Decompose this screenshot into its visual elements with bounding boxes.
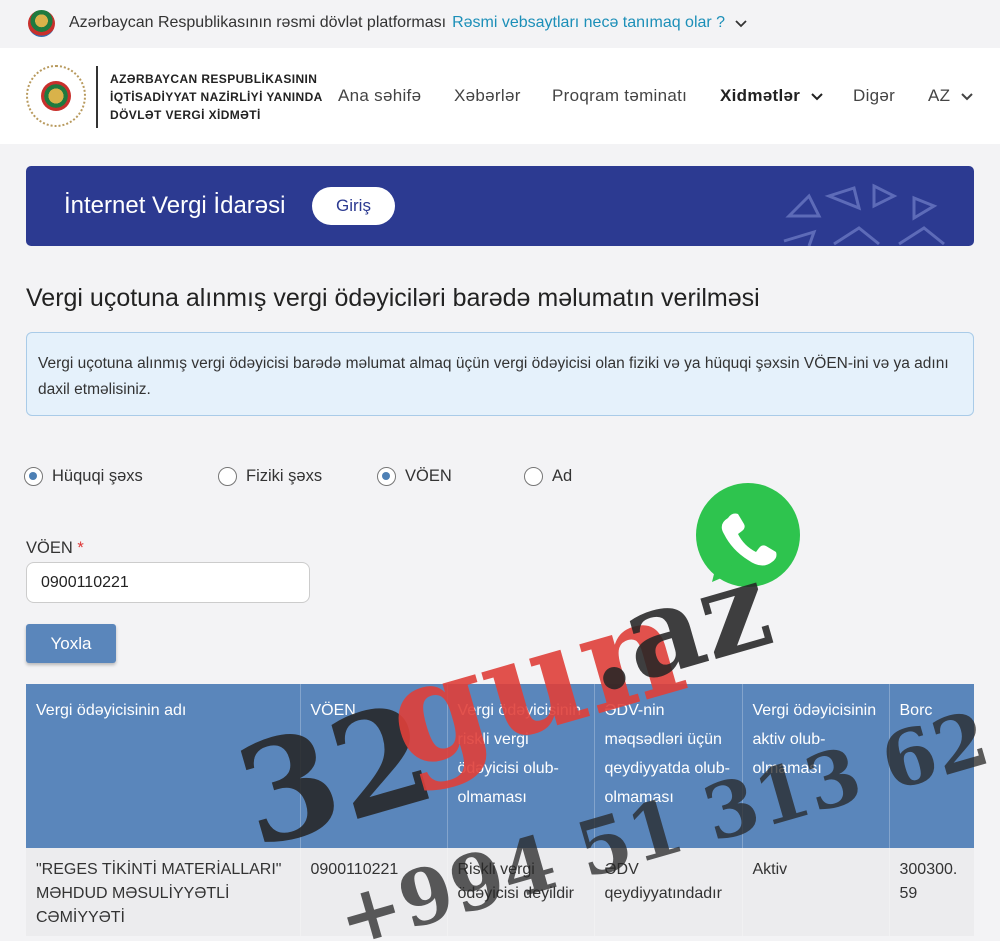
logo-divider <box>96 66 98 128</box>
chevron-down-icon <box>961 92 974 100</box>
login-button[interactable]: Giriş <box>312 187 395 225</box>
radio-label: Fiziki şəxs <box>246 467 323 485</box>
radio-label: Ad <box>552 467 573 485</box>
nav-services-label: Xidmətlər <box>720 86 801 105</box>
table-header-row: Vergi ödəyicisinin adı VÖEN Vergi ödəyic… <box>26 684 974 848</box>
banner-pattern-icon <box>783 183 945 246</box>
organization-name[interactable]: AZƏRBAYCAN RESPUBLİKASININ İQTİSADİYYAT … <box>110 70 323 124</box>
state-emblem-icon <box>28 9 55 37</box>
voen-field-label: VÖEN * <box>26 539 84 558</box>
cell-debt: 300300.59 <box>888 848 974 936</box>
col-header-risk: Vergi ödəyicisinin riskli vergi ödəyicis… <box>446 684 594 848</box>
radio-label: Hüquqi şəxs <box>52 467 143 485</box>
page-title: Vergi uçotuna alınmış vergi ödəyiciləri … <box>26 284 760 312</box>
nav-services[interactable]: Xidmətlər <box>720 86 823 106</box>
results-table: Vergi ödəyicisinin adı VÖEN Vergi ödəyic… <box>26 684 974 936</box>
nav-home[interactable]: Ana səhifə <box>338 86 421 106</box>
banner-title: İnternet Vergi İdarəsi <box>64 192 286 219</box>
col-header-active: Vergi ödəyicisinin aktiv olub-olmaması <box>741 684 889 848</box>
radio-button-checked[interactable] <box>377 467 396 486</box>
col-header-voen: VÖEN <box>299 684 447 848</box>
info-alert: Vergi uçotuna alınmış vergi ödəyicisi ba… <box>26 332 974 416</box>
required-mark: * <box>77 539 84 557</box>
radio-search-by-voen[interactable]: VÖEN <box>377 467 452 486</box>
col-header-vat: ƏDV-nin məqsədləri üçün qeydiyyatda olub… <box>593 684 742 848</box>
check-button[interactable]: Yoxla <box>26 624 116 663</box>
col-header-debt: Borc <box>888 684 974 848</box>
voen-input[interactable] <box>26 562 310 603</box>
radio-button[interactable] <box>524 467 543 486</box>
radio-search-by-name[interactable]: Ad <box>524 467 572 486</box>
radio-individual[interactable]: Fiziki şəxs <box>218 467 322 486</box>
info-text: Vergi uçotuna alınmış vergi ödəyicisi ba… <box>38 355 949 398</box>
language-selector[interactable]: AZ <box>928 86 974 106</box>
org-line-3: DÖVLƏT VERGİ XİDMƏTİ <box>110 108 261 122</box>
org-line-1: AZƏRBAYCAN RESPUBLİKASININ <box>110 72 318 86</box>
cell-vat: ƏDV qeydiyyatındadır <box>593 848 742 936</box>
table-row: "REGES TİKİNTİ MATERİALLARI" MƏHDUD MƏSU… <box>26 848 974 936</box>
cell-risk: Riskli vergi ödəyicisi deyildir <box>446 848 594 936</box>
cell-active: Aktiv <box>741 848 889 936</box>
col-header-name: Vergi ödəyicisinin adı <box>26 684 300 848</box>
whatsapp-icon <box>696 483 800 587</box>
radio-button-checked[interactable] <box>24 467 43 486</box>
how-to-recognize-link[interactable]: Rəsmi vebsaytları necə tanımaq olar ? <box>452 14 725 32</box>
radio-button[interactable] <box>218 467 237 486</box>
voen-label-text: VÖEN <box>26 539 73 557</box>
nav-news[interactable]: Xəbərlər <box>454 86 521 106</box>
site-header: AZƏRBAYCAN RESPUBLİKASININ İQTİSADİYYAT … <box>0 48 1000 144</box>
nav-software[interactable]: Proqram təminatı <box>552 86 687 106</box>
org-line-2: İQTİSADİYYAT NAZİRLİYİ YANINDA <box>110 90 323 104</box>
official-platform-bar: Azərbaycan Respublikasının rəsmi dövlət … <box>0 0 1000 46</box>
internet-tax-office-banner: İnternet Vergi İdarəsi Giriş <box>26 166 974 246</box>
radio-label: VÖEN <box>405 467 452 485</box>
tax-service-logo-icon[interactable] <box>26 65 86 127</box>
radio-legal-entity[interactable]: Hüquqi şəxs <box>24 467 143 486</box>
official-platform-text: Azərbaycan Respublikasının rəsmi dövlət … <box>69 14 447 31</box>
cell-name: "REGES TİKİNTİ MATERİALLARI" MƏHDUD MƏSU… <box>26 848 300 936</box>
chevron-down-icon[interactable] <box>735 16 747 31</box>
chevron-down-icon <box>811 92 823 100</box>
nav-other[interactable]: Digər <box>853 86 895 106</box>
language-label: AZ <box>928 86 951 105</box>
cell-voen: 0900110221 <box>299 848 447 936</box>
